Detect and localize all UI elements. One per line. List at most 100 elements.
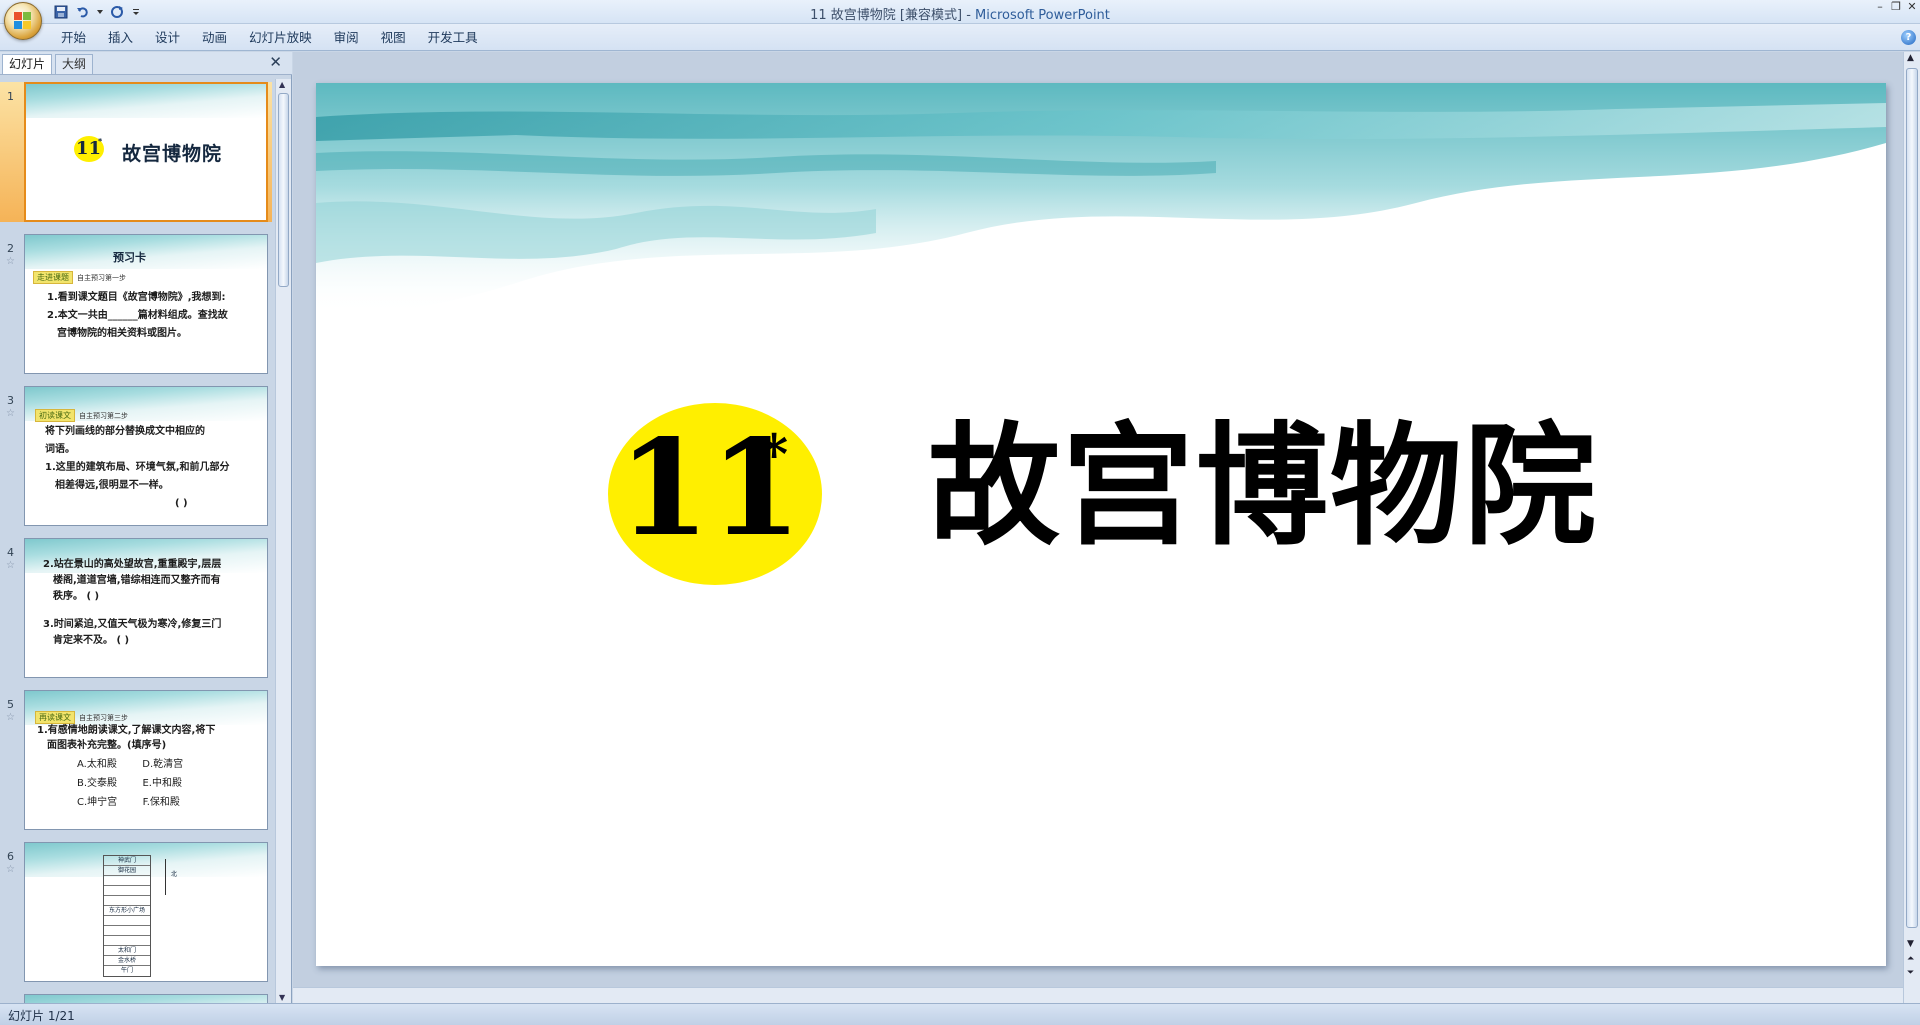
animation-star-icon: ☆ <box>6 560 15 571</box>
slide-title: 故宫博物院 <box>122 143 223 165</box>
pane-tabs: 幻灯片 大纲 ✕ <box>0 52 292 75</box>
slide-thumbnail-6[interactable]: 6 ☆ 神武门 御花园 东方形小广场 太和门 金水桥 午门 北 <box>0 842 272 982</box>
header-tag-row: 初读课文 自主预习第二步 <box>35 407 128 422</box>
section-tag: 走进课题 <box>33 271 73 284</box>
close-button[interactable]: ✕ <box>1904 0 1920 16</box>
ribbon: 开始 插入 设计 动画 幻灯片放映 审阅 视图 开发工具 ? <box>0 24 1920 51</box>
animation-star-icon: ☆ <box>6 408 15 419</box>
animation-star-icon: ☆ <box>6 256 15 267</box>
slide-header-decoration <box>26 84 266 118</box>
title-asterisk: * <box>98 137 103 146</box>
slide-thumbnails: 1 11 * 故宫博物院 2 ☆ 预习卡 走进课题 自主预习第一步 1.看到课文题… <box>0 79 272 1003</box>
slide-number: 4 <box>7 546 14 559</box>
tab-view[interactable]: 视图 <box>370 28 417 48</box>
slide-header-decoration <box>316 83 1886 315</box>
title-bar: 11 故宫博物院 [兼容模式] - Microsoft PowerPoint –… <box>0 0 1920 40</box>
window-controls: – ❐ ✕ <box>1872 0 1920 16</box>
slide-thumbnail-2[interactable]: 2 ☆ 预习卡 走进课题 自主预习第一步 1.看到课文题目《故宫博物院》,我想到:… <box>0 234 272 374</box>
slide-preview: 神武门 御花园 东方形小广场 太和门 金水桥 午门 北 <box>24 842 268 982</box>
section-subtag: 自主预习第三步 <box>79 714 128 722</box>
diagram-cell <box>104 916 150 926</box>
slide-heading: 预习卡 <box>113 251 146 264</box>
status-bar: 幻灯片 1/21 <box>0 1003 1920 1025</box>
next-slide-icon[interactable]: ⏷ <box>1907 968 1914 978</box>
close-pane-icon[interactable]: ✕ <box>269 53 282 71</box>
tab-slideshow[interactable]: 幻灯片放映 <box>238 28 323 48</box>
diagram-cell: 东方形小广场 <box>104 906 150 916</box>
slide-preview: 初读课文 自主预习第二步 将下列画线的部分替换成文中相应的 词语。 1.这里的建筑… <box>24 386 268 526</box>
slide-number: 2 <box>7 242 14 255</box>
diagram-cell <box>104 936 150 946</box>
slide-title[interactable]: 故宫博物院 <box>928 421 1598 553</box>
previous-slide-icon[interactable]: ⏶ <box>1907 954 1914 964</box>
slide-horizontal-scrollbar[interactable] <box>293 987 1903 1003</box>
thumbnails-scrollbar[interactable]: ▲ ▼ <box>275 79 291 1003</box>
tab-animations[interactable]: 动画 <box>191 28 238 48</box>
scroll-up-icon[interactable]: ▲ <box>1907 53 1914 63</box>
tab-insert[interactable]: 插入 <box>97 28 144 48</box>
north-label: 北 <box>171 871 178 878</box>
north-arrow-icon <box>165 859 166 895</box>
slide-preview <box>24 994 268 1003</box>
minimize-button[interactable]: – <box>1872 0 1888 16</box>
lesson-asterisk: * <box>760 422 789 486</box>
header-tag-row: 再读课文 自主预习第三步 <box>35 709 128 724</box>
slide-preview: 再读课文 自主预习第三步 1.有感情地朗读课文,了解课文内容,将下 面图表补充完整… <box>24 690 268 830</box>
diagram-cell: 御花园 <box>104 866 150 876</box>
tab-home[interactable]: 开始 <box>50 28 97 48</box>
slide-number: 3 <box>7 394 14 407</box>
tab-developer[interactable]: 开发工具 <box>417 28 489 48</box>
scrollbar-thumb[interactable] <box>1906 68 1918 928</box>
slide-thumbnail-1[interactable]: 1 11 * 故宫博物院 <box>0 82 272 222</box>
slide-counter: 幻灯片 1/21 <box>8 1009 75 1023</box>
animation-star-icon: ☆ <box>6 864 15 875</box>
scroll-down-icon[interactable]: ▼ <box>279 993 285 1002</box>
scroll-down-icon[interactable]: ▼ <box>1907 939 1914 949</box>
animation-star-icon: ☆ <box>6 712 15 723</box>
section-subtag: 自主预习第二步 <box>79 412 128 420</box>
diagram-cell <box>104 926 150 936</box>
slide-edit-area: 11 * 故宫博物院 ▲ ▼ ⏶ ⏷ <box>293 52 1920 1003</box>
diagram-cell: 金水桥 <box>104 956 150 966</box>
palace-diagram: 神武门 御花园 东方形小广场 太和门 金水桥 午门 <box>103 855 151 977</box>
slide-number: 5 <box>7 698 14 711</box>
tab-review[interactable]: 审阅 <box>323 28 370 48</box>
slide-body: 将下列画线的部分替换成文中相应的 词语。 1.这里的建筑布局、环境气氛,和前几部… <box>45 426 230 509</box>
help-icon[interactable]: ? <box>1901 30 1916 45</box>
slide-number: 6 <box>7 850 14 863</box>
current-slide[interactable]: 11 * 故宫博物院 <box>316 83 1886 966</box>
scrollbar-thumb[interactable] <box>278 93 289 287</box>
tab-slides[interactable]: 幻灯片 <box>2 54 53 74</box>
slide-thumbnail-3[interactable]: 3 ☆ 初读课文 自主预习第二步 将下列画线的部分替换成文中相应的 词语。 1.这… <box>0 386 272 526</box>
slide-preview: 2.站在景山的高处望故宫,重重殿宇,层层 楼阁,道道宫墙,错综相连而又整齐而有 … <box>24 538 268 678</box>
slide-thumbnail-4[interactable]: 4 ☆ 2.站在景山的高处望故宫,重重殿宇,层层 楼阁,道道宫墙,错综相连而又整… <box>0 538 272 678</box>
diagram-cell <box>104 886 150 896</box>
scroll-up-icon[interactable]: ▲ <box>279 80 285 89</box>
slide-header-decoration <box>25 235 267 269</box>
window-title: 11 故宫博物院 [兼容模式] - Microsoft PowerPoint <box>810 8 1110 23</box>
restore-button[interactable]: ❐ <box>1888 0 1904 16</box>
section-subtag: 自主预习第一步 <box>77 274 126 282</box>
diagram-cell: 午门 <box>120 967 133 974</box>
diagram-cell <box>104 876 150 886</box>
tab-design[interactable]: 设计 <box>144 28 191 48</box>
slide-vertical-scrollbar[interactable]: ▲ ▼ ⏶ ⏷ <box>1903 52 1920 1003</box>
ribbon-tabs: 开始 插入 设计 动画 幻灯片放映 审阅 视图 开发工具 <box>50 28 489 48</box>
office-button[interactable] <box>4 2 42 40</box>
slide-preview: 11 * 故宫博物院 <box>24 82 268 222</box>
slide-number: 1 <box>7 90 14 103</box>
office-logo-icon <box>14 12 32 30</box>
tab-outline[interactable]: 大纲 <box>55 54 94 74</box>
diagram-cell: 太和门 <box>104 946 150 956</box>
slide-body: 1.看到课文题目《故宫博物院》,我想到: 2.本文一共由______篇材料组成。… <box>47 292 228 339</box>
slide-thumbnail-7[interactable] <box>0 994 272 1003</box>
slide-body: 1.有感情地朗读课文,了解课文内容,将下 面图表补充完整。(填序号) A.太和殿… <box>37 725 216 808</box>
slides-pane: 幻灯片 大纲 ✕ 1 11 * 故宫博物院 2 ☆ 预习卡 走进课题 自主预习第一… <box>0 52 292 1003</box>
slide-header-decoration <box>25 995 267 1003</box>
header-tag-row: 走进课题 自主预习第一步 <box>33 269 126 284</box>
diagram-cell: 神武门 <box>104 856 150 866</box>
slide-body: 2.站在景山的高处望故宫,重重殿宇,层层 楼阁,道道宫墙,错综相连而又整齐而有 … <box>43 559 222 646</box>
diagram-cell <box>104 896 150 906</box>
section-tag: 初读课文 <box>35 409 75 422</box>
slide-thumbnail-5[interactable]: 5 ☆ 再读课文 自主预习第三步 1.有感情地朗读课文,了解课文内容,将下 面图表… <box>0 690 272 830</box>
